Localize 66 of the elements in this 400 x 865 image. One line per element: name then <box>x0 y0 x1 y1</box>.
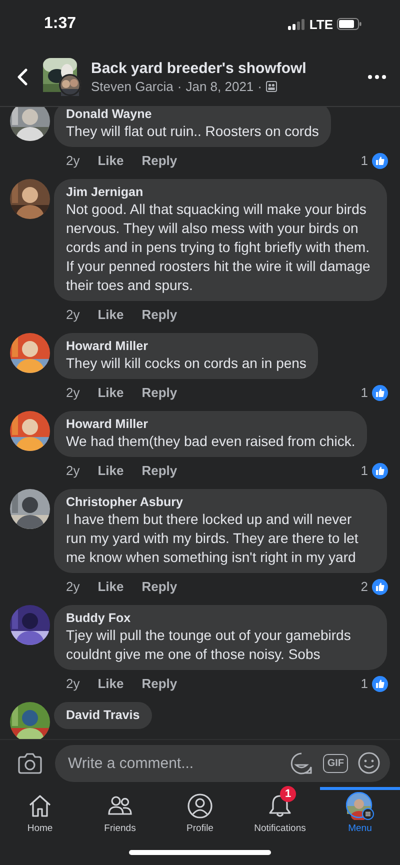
tab[interactable]: Friends <box>80 787 160 839</box>
thumbs-up-icon <box>372 462 388 478</box>
comment-age: 2y <box>66 579 80 594</box>
commenter-name[interactable]: David Travis <box>66 707 140 723</box>
like-link[interactable]: Like <box>98 579 124 594</box>
comment-age: 2y <box>66 153 80 168</box>
like-count[interactable]: 1 <box>360 463 368 478</box>
thumbs-up-icon <box>372 152 388 168</box>
home-icon <box>27 793 53 819</box>
group-title[interactable]: Back yard breeder's showfowl <box>91 60 368 77</box>
tab[interactable]: Home <box>0 787 80 839</box>
profile-icon <box>187 793 213 819</box>
post-author[interactable]: Steven Garcia <box>91 79 174 94</box>
like-link[interactable]: Like <box>98 153 124 168</box>
comment-text: They will flat out ruin.. Roosters on cords <box>66 122 319 141</box>
like-link[interactable]: Like <box>98 463 124 478</box>
back-icon[interactable] <box>16 68 28 86</box>
like-count[interactable]: 1 <box>360 385 368 400</box>
separator: · <box>177 79 182 94</box>
like-count[interactable]: 1 <box>360 676 368 691</box>
reply-link[interactable]: Reply <box>142 463 178 478</box>
reply-link[interactable]: Reply <box>142 385 178 400</box>
like-link[interactable]: Like <box>98 676 124 691</box>
camera-icon[interactable] <box>18 752 42 774</box>
tab[interactable]: 1 Notifications <box>240 787 320 839</box>
commenter-name[interactable]: Jim Jernigan <box>66 184 375 200</box>
tab[interactable]: Profile <box>160 787 240 839</box>
like-link[interactable]: Like <box>98 307 124 322</box>
reply-link[interactable]: Reply <box>142 579 178 594</box>
commenter-name[interactable]: Donald Wayne <box>66 107 319 122</box>
thumbs-up-icon <box>372 578 388 594</box>
comment-text: They will kill cocks on cords an in pens <box>66 354 306 373</box>
emoji-icon[interactable] <box>358 752 380 774</box>
commenter-name[interactable]: Howard Miller <box>66 416 356 432</box>
comment-field[interactable]: Write a comment... GIF <box>55 744 390 782</box>
comment-age: 2y <box>66 385 80 400</box>
thumbs-up-icon <box>372 384 388 400</box>
comment-age: 2y <box>66 676 80 691</box>
commenter-name[interactable]: Christopher Asbury <box>66 494 375 510</box>
notification-badge: 1 <box>280 786 296 802</box>
commenter-name[interactable]: Buddy Fox <box>66 610 375 626</box>
comment-age: 2y <box>66 463 80 478</box>
battery-icon <box>337 18 362 30</box>
post-date[interactable]: Jan 8, 2021 <box>186 79 254 94</box>
comment-text: I have them but there locked up and will never run my yard with my birds. They are there to let me know when something isn't right in my yard <box>66 510 360 567</box>
comment-text: We had them(they bad even raised from chick. <box>66 432 356 451</box>
tab[interactable]: Menu <box>320 787 400 839</box>
thumbs-up-icon <box>372 676 388 692</box>
reply-link[interactable]: Reply <box>142 676 178 691</box>
comment-text: Not good. All that squacking will make your birds nervous. They will also mess with your birds on cords and in pens trying to fight briefly with them. If your penned roosters hit the wire it will damage their toes and spurs. <box>66 200 372 295</box>
reply-link[interactable]: Reply <box>142 153 178 168</box>
commenter-name[interactable]: Howard Miller <box>66 338 306 354</box>
gif-button[interactable]: GIF <box>323 754 348 772</box>
group-members-icon <box>266 81 278 92</box>
sticker-icon[interactable] <box>290 752 314 774</box>
more-icon[interactable] <box>368 75 386 79</box>
separator: · <box>258 79 262 94</box>
comment-age: 2y <box>66 307 80 322</box>
like-count[interactable]: 1 <box>360 153 368 168</box>
comment-text: Tjey will pull the tounge out of your gamebirds couldnt give me one of those noisy. Sobs <box>66 626 352 664</box>
status-time: 1:37 <box>44 15 76 33</box>
reply-link[interactable]: Reply <box>142 307 178 322</box>
network-label: LTE <box>309 16 333 32</box>
like-count[interactable]: 2 <box>360 579 368 594</box>
like-link[interactable]: Like <box>98 385 124 400</box>
signal-icon <box>288 18 306 30</box>
